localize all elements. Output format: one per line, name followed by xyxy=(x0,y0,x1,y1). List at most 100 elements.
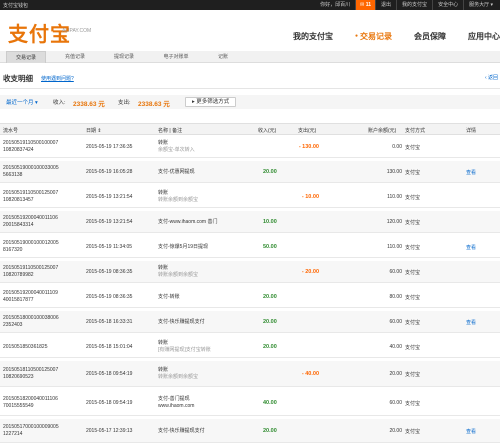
date-cell: 2015-05-19 16:05:28 xyxy=(86,169,133,175)
name-cell: 支付-优惠网提现 xyxy=(158,169,195,175)
date-cell: 2015-05-19 08:36:35 xyxy=(86,269,133,275)
top-bar-title: 支付宝钱包 xyxy=(3,3,29,9)
expense-cell: - 130.00 xyxy=(298,144,319,150)
serial-number: 20150518200040011106 70015555549 xyxy=(3,396,58,409)
serial-number: 20150519110500125007 10820813457 xyxy=(3,190,59,203)
help-link[interactable]: 使用遇到问题? xyxy=(41,75,74,82)
expense-cell: - 40.00 xyxy=(301,371,319,377)
tab-withdraw-records[interactable]: 提现记录 xyxy=(104,51,144,63)
back-link[interactable]: ‹ 返回 xyxy=(485,74,498,81)
income-cell: 20.00 xyxy=(263,294,277,300)
table-row: 20150517000100009005 1227214 2015-05-17 1… xyxy=(0,419,500,443)
view-link[interactable]: 查看 xyxy=(466,244,476,251)
date-cell: 2015-05-19 13:21:54 xyxy=(86,194,133,200)
income-total: 2338.63 元 xyxy=(73,100,105,108)
income-cell: 20.00 xyxy=(263,344,277,350)
table-header: 流水号 日期 ⇕ 名称 | 备注 收入(元) 支出(元) 账户余额(元) 支付方… xyxy=(0,123,500,135)
expense-label: 支出: xyxy=(118,100,131,106)
serial-number: 20150519200040011106 20015843314 xyxy=(3,215,58,228)
date-cell: 2015-05-18 16:33:31 xyxy=(86,319,133,325)
col-date[interactable]: 日期 ⇕ xyxy=(86,127,102,134)
col-expense: 支出(元) xyxy=(298,128,317,134)
name-cell: 转账 转账余额到余额宝 xyxy=(158,265,199,278)
date-cell: 2015-05-17 12:39:13 xyxy=(86,428,133,434)
serial-number: 20150519000100033005 5663138 xyxy=(3,165,59,178)
security-center-link[interactable]: 安全中心 xyxy=(432,0,463,10)
tab-bookkeeping[interactable]: 记账 xyxy=(208,51,238,63)
name-cell: 支付-快乐赚提现支付 xyxy=(158,428,205,434)
col-payment: 支付方式 xyxy=(405,128,426,134)
date-cell: 2015-05-18 09:54:19 xyxy=(86,400,133,406)
col-income: 收入(元) xyxy=(258,128,277,134)
balance-cell: 110.00 xyxy=(387,244,402,250)
date-cell: 2015-05-19 17:36:35 xyxy=(86,144,133,150)
payment-cell: 支付宝 xyxy=(405,295,421,301)
balance-cell: 60.00 xyxy=(389,319,402,325)
nav-app-center[interactable]: 应用中心 xyxy=(468,31,500,42)
balance-cell: 20.00 xyxy=(389,428,402,434)
income-cell: 20.00 xyxy=(263,428,277,434)
table-row: 2015051850361825 2015-05-18 15:01:04 转账[… xyxy=(0,336,500,358)
serial-number: 20150517000100009005 1227214 xyxy=(3,424,59,437)
name-cell: 转账 转账余额到余额宝 xyxy=(158,190,199,203)
tab-e-statement[interactable]: 电子对账单 xyxy=(153,51,199,63)
serial-number: 20150519200040011109 40015817877 xyxy=(3,290,58,303)
balance-cell: 60.00 xyxy=(389,269,402,275)
balance-cell: 110.00 xyxy=(387,194,402,200)
name-cell: 支付-惊爆5月19日提现 xyxy=(158,244,209,250)
income-cell: 40.00 xyxy=(263,400,277,406)
nav-my-alipay[interactable]: 我的支付宝 xyxy=(293,31,333,42)
payment-cell: 支付宝 xyxy=(405,429,421,435)
view-link[interactable]: 查看 xyxy=(466,319,476,326)
date-cell: 2015-05-18 09:54:19 xyxy=(86,371,133,377)
date-range-select[interactable]: 最近一个月 ▾ xyxy=(6,98,38,106)
table-row: 20150519200040011106 20015843314 2015-05-… xyxy=(0,211,500,233)
income-label: 收入: xyxy=(53,100,66,106)
serial-number: 20150519110500125007 10820789982 xyxy=(3,265,59,278)
view-link[interactable]: 查看 xyxy=(466,169,476,176)
table-row: 20150518110500125007 10820690523 2015-05-… xyxy=(0,361,500,387)
serial-number: 20150519000100012005 8167320 xyxy=(3,240,59,253)
date-cell: 2015-05-19 13:21:54 xyxy=(86,219,133,225)
logo-subtext: ALIPAY.COM xyxy=(62,28,92,34)
top-bar: 支付宝钱包 你好，邱百川 ✉ 11 退出 我的支付宝 安全中心 服务大厅 ▾ xyxy=(0,0,500,10)
view-link[interactable]: 查看 xyxy=(466,428,476,435)
col-name: 名称 | 备注 xyxy=(158,128,183,134)
expense-cell: - 10.00 xyxy=(301,194,319,200)
balance-cell: 130.00 xyxy=(386,169,402,175)
table-row: 20150519000100012005 8167320 2015-05-19 1… xyxy=(0,236,500,258)
expense-cell: - 20.00 xyxy=(301,269,319,275)
serial-number: 20150518110500125007 10820690523 xyxy=(3,367,59,380)
balance-cell: 0.00 xyxy=(392,144,402,150)
nav-transactions[interactable]: 交易记录 xyxy=(355,31,392,42)
my-alipay-link[interactable]: 我的支付宝 xyxy=(396,0,432,10)
name-cell: 转账 [有赚网提现]支付宝转账 xyxy=(158,340,211,353)
tab-recharge-records[interactable]: 充值记录 xyxy=(55,51,95,63)
messages-badge[interactable]: ✉ 11 xyxy=(355,0,376,10)
filter-bar: 最近一个月 ▾ 收入: 2338.63 元 支出: 2338.63 元 ▸ 更多… xyxy=(0,95,500,109)
serial-number: 20150519110500100007 10820837424 xyxy=(3,140,59,153)
logout-link[interactable]: 退出 xyxy=(375,0,396,10)
balance-cell: 120.00 xyxy=(386,219,402,225)
payment-cell: 支付宝 xyxy=(405,195,421,201)
table-row: 20150518000100038006 2352403 2015-05-18 1… xyxy=(0,311,500,333)
name-cell: 支付-www.ihaom.com 善门 xyxy=(158,219,218,225)
table-row: 20150519110500125007 10820789982 2015-05-… xyxy=(0,261,500,283)
payment-cell: 支付宝 xyxy=(405,345,421,351)
date-cell: 2015-05-18 15:01:04 xyxy=(86,344,133,350)
payment-cell: 支付宝 xyxy=(405,245,421,251)
header: 支付宝 ALIPAY.COM 我的支付宝 交易记录 会员保障 应用中心 xyxy=(0,10,500,50)
top-bar-links: 你好，邱百川 ✉ 11 退出 我的支付宝 安全中心 服务大厅 ▾ xyxy=(315,0,498,10)
name-cell: 支付-善门提现 www.ihaom.com xyxy=(158,396,195,409)
col-serial: 流水号 xyxy=(3,128,19,134)
expense-total: 2338.63 元 xyxy=(138,100,170,108)
more-filters-button[interactable]: ▸ 更多筛选方式 xyxy=(185,97,237,107)
payment-cell: 支付宝 xyxy=(405,145,421,151)
service-hall-link[interactable]: 服务大厅 ▾ xyxy=(463,0,498,10)
greeting-link[interactable]: 你好，邱百川 xyxy=(315,0,355,10)
table-row: 20150519110500100007 10820837424 2015-05-… xyxy=(0,136,500,158)
tab-transaction-records[interactable]: 交易记录 xyxy=(6,51,46,63)
col-detail: 详情 xyxy=(466,128,477,134)
payment-cell: 支付宝 xyxy=(405,320,421,326)
nav-member-protection[interactable]: 会员保障 xyxy=(414,31,446,42)
